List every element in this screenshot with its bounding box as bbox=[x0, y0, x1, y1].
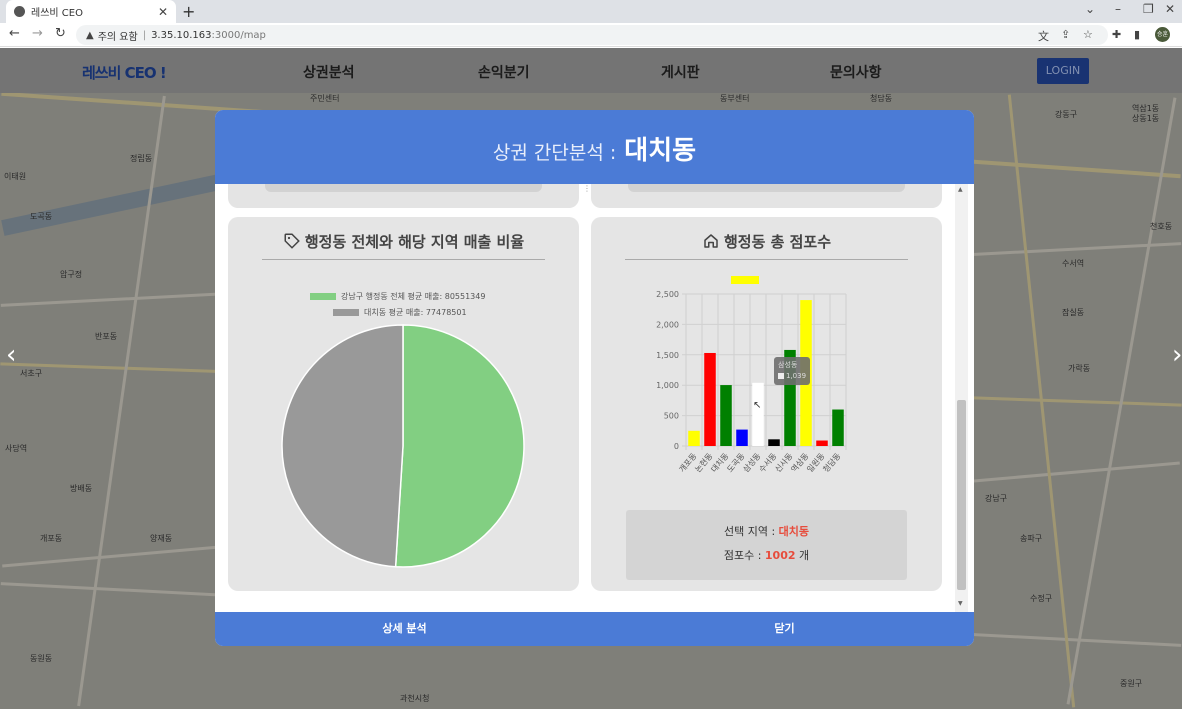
side-panel-icon[interactable]: ▮ bbox=[1134, 28, 1140, 41]
new-tab-icon[interactable]: + bbox=[182, 2, 195, 21]
bar-개포동[interactable] bbox=[688, 430, 700, 446]
bar-논현동[interactable] bbox=[704, 352, 716, 446]
sales-ratio-title-text: 행정동 전체와 해당 지역 매출 비율 bbox=[304, 233, 525, 251]
title-divider bbox=[262, 259, 545, 260]
translate-icon[interactable]: 文 bbox=[1038, 28, 1049, 44]
tooltip-value: 1,039 bbox=[786, 372, 807, 380]
store-count-title: 행정동 총 점포수 bbox=[591, 231, 942, 252]
bar-일원동[interactable] bbox=[816, 440, 828, 446]
store-count-card: 행정동 총 점포수 0 500 1,000 1,500 2,000 2,500 개포동 논현동… bbox=[591, 217, 942, 591]
bar-대치동[interactable] bbox=[720, 385, 732, 446]
modal-footer: 상세 분석 닫기 bbox=[215, 612, 974, 646]
bar-도곡동[interactable] bbox=[736, 429, 748, 446]
y-tick-label: 2,500 bbox=[656, 290, 679, 299]
selected-region-row: 선택 지역 : 대치동 bbox=[626, 520, 907, 544]
store-count-unit: 개 bbox=[799, 549, 810, 562]
y-tick-label: 1,500 bbox=[656, 351, 679, 360]
previous-card-bottom bbox=[591, 184, 942, 208]
pie-slice-0[interactable] bbox=[394, 324, 525, 568]
detail-analysis-button[interactable]: 상세 분석 bbox=[215, 612, 594, 646]
selected-region-label: 선택 지역 : bbox=[723, 525, 776, 538]
profile-avatar[interactable]: 승훈 bbox=[1155, 27, 1170, 42]
extensions-icon[interactable]: ✚ bbox=[1112, 28, 1121, 41]
warning-icon: ▲ bbox=[86, 29, 94, 41]
pie-legend-label: 강남구 행정동 전체 평균 매출: 80551349 bbox=[341, 292, 486, 301]
bar-chart[interactable]: 05001,0001,5002,0002,500개포동논현동대치동도곡동삼성동수… bbox=[631, 272, 901, 487]
pie-slice-1[interactable] bbox=[281, 324, 404, 568]
tooltip-swatch bbox=[778, 373, 784, 379]
previous-card-bottom bbox=[228, 184, 579, 208]
share-icon[interactable]: ⇪ bbox=[1061, 28, 1070, 41]
sales-ratio-title: 행정동 전체와 해당 지역 매출 비율 bbox=[228, 231, 579, 252]
store-count-row: 점포수 : 1002 개 bbox=[626, 544, 907, 568]
reload-icon[interactable]: ↻ bbox=[55, 26, 66, 41]
forward-icon[interactable]: → bbox=[32, 26, 43, 41]
scroll-down-icon[interactable]: ▼ bbox=[958, 600, 963, 607]
mouse-cursor-icon: ↖ bbox=[753, 400, 762, 411]
carousel-next-icon[interactable]: › bbox=[1172, 340, 1182, 370]
url-path: :3000/map bbox=[211, 29, 266, 41]
pie-legend-item[interactable]: 강남구 행정동 전체 평균 매출: 80551349 bbox=[310, 291, 485, 302]
browser-tabbar: 레쓰비 CEO ✕ + ⌄ – ❐ ✕ bbox=[0, 0, 1182, 23]
resize-dots-icon: ⋮ bbox=[583, 184, 591, 193]
bar-수서동[interactable] bbox=[768, 439, 780, 446]
title-divider bbox=[625, 259, 908, 260]
previous-card-bar bbox=[628, 184, 905, 192]
selected-region-box: 선택 지역 : 대치동 점포수 : 1002 개 bbox=[626, 510, 907, 580]
address-bar: ← → ↻ ▲ 주의 요함 | 3.35.10.163 :3000/map 文 … bbox=[0, 23, 1182, 47]
pie-legend-item[interactable]: 대치동 평균 매출: 77478501 bbox=[333, 307, 467, 318]
y-tick-label: 500 bbox=[664, 412, 679, 421]
modal-region: 대치동 bbox=[624, 136, 697, 166]
legend-swatch bbox=[310, 293, 336, 300]
home-icon bbox=[704, 234, 718, 248]
url-warning: 주의 요함 bbox=[97, 31, 138, 43]
sales-ratio-card: 행정동 전체와 해당 지역 매출 비율 강남구 행정동 전체 평균 매출: 80… bbox=[228, 217, 579, 591]
bar-legend-swatch[interactable] bbox=[731, 276, 759, 284]
modal-scrollbar[interactable]: ▲ ▼ bbox=[955, 184, 968, 612]
globe-icon bbox=[14, 6, 25, 17]
url-host: 3.35.10.163 bbox=[151, 29, 212, 41]
tooltip-title: 삼성동 bbox=[778, 361, 798, 369]
tab-title: 레쓰비 CEO bbox=[31, 8, 83, 19]
carousel-prev-icon[interactable]: ‹ bbox=[6, 340, 16, 370]
url-separator: | bbox=[142, 29, 147, 41]
restore-icon[interactable]: ❐ bbox=[1143, 2, 1154, 16]
y-tick-label: 1,000 bbox=[656, 381, 679, 390]
analysis-modal: 상권 간단분석 : 대치동 ⋮ 행정동 전체와 해당 지역 매출 비율 강남구 행… bbox=[215, 110, 974, 646]
legend-swatch bbox=[333, 309, 359, 316]
pie-chart[interactable] bbox=[278, 321, 528, 571]
tab-search-icon[interactable]: ⌄ bbox=[1085, 2, 1095, 16]
modal-header: 상권 간단분석 : 대치동 bbox=[215, 110, 974, 184]
store-count-label: 점포수 : bbox=[723, 549, 762, 562]
minimize-icon[interactable]: – bbox=[1115, 2, 1121, 16]
close-window-icon[interactable]: ✕ bbox=[1165, 2, 1175, 16]
modal-body: ⋮ 행정동 전체와 해당 지역 매출 비율 강남구 행정동 전체 평균 매출: … bbox=[215, 184, 974, 612]
url-input[interactable]: ▲ 주의 요함 | 3.35.10.163 :3000/map bbox=[76, 25, 1108, 45]
tab-close-icon[interactable]: ✕ bbox=[158, 5, 168, 19]
close-button[interactable]: 닫기 bbox=[595, 612, 974, 646]
bookmark-star-icon[interactable]: ☆ bbox=[1083, 28, 1093, 41]
bar-삼성동[interactable] bbox=[752, 382, 764, 446]
y-tick-label: 0 bbox=[674, 442, 679, 451]
x-tick-label: 청담동 bbox=[821, 451, 843, 474]
scrollbar-thumb[interactable] bbox=[957, 400, 966, 590]
back-icon[interactable]: ← bbox=[9, 26, 20, 41]
store-count-title-text: 행정동 총 점포수 bbox=[723, 233, 832, 251]
browser-tab[interactable]: 레쓰비 CEO ✕ bbox=[6, 0, 176, 23]
previous-card-bar bbox=[265, 184, 542, 192]
scroll-up-icon[interactable]: ▲ bbox=[958, 186, 963, 193]
tooltip-value-row: 1,039 bbox=[778, 371, 806, 382]
page: 주민센터 청담동 동부센터 역삼1동 상동1동 강동구 이태원 정립동 도곡동 … bbox=[0, 48, 1182, 709]
pie-legend-label: 대치동 평균 매출: 77478501 bbox=[364, 308, 467, 317]
bar-tooltip: 삼성동 1,039 bbox=[774, 357, 811, 385]
bar-청담동[interactable] bbox=[832, 409, 844, 446]
selected-region-value: 대치동 bbox=[778, 525, 810, 538]
tag-icon bbox=[284, 233, 300, 249]
modal-title-prefix: 상권 간단분석 : bbox=[492, 142, 617, 164]
y-tick-label: 2,000 bbox=[656, 320, 679, 329]
store-count-value: 1002 bbox=[764, 549, 796, 562]
